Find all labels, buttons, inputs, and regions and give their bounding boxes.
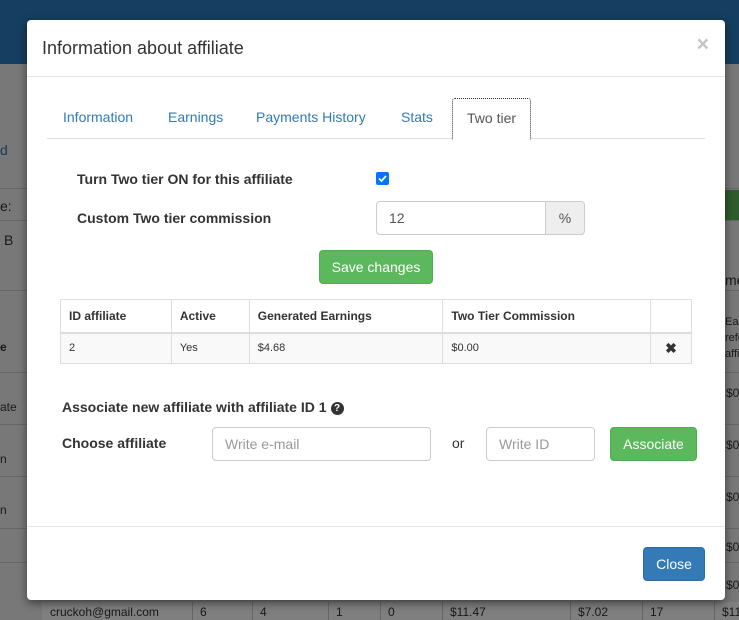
tab-information[interactable]: Information: [63, 98, 133, 139]
cell-earnings: $4.68: [248, 332, 444, 364]
tab-two-tier[interactable]: Two tier: [452, 98, 532, 140]
tab-stats[interactable]: Stats: [401, 98, 433, 139]
column-header: [650, 299, 692, 334]
column-header: Two Tier Commission: [442, 299, 651, 334]
modal-header: Information about affiliate ×: [27, 20, 725, 77]
choose-affiliate-label: Choose affiliate: [62, 435, 167, 451]
tab-payments-history[interactable]: Payments History: [256, 98, 366, 139]
associate-heading-text: Associate new affiliate with affiliate I…: [62, 399, 327, 415]
percent-addon: %: [545, 201, 585, 235]
cell-id: 2: [60, 332, 172, 364]
checkmark-icon: [378, 175, 387, 183]
modal-title: Information about affiliate: [42, 38, 244, 58]
close-icon[interactable]: ×: [697, 34, 709, 55]
associate-button[interactable]: Associate: [610, 427, 697, 461]
cell-commission: $0.00: [442, 332, 651, 364]
commission-input[interactable]: [376, 201, 546, 235]
email-input[interactable]: [212, 427, 431, 461]
column-header: ID affiliate: [60, 299, 172, 334]
tab-earnings[interactable]: Earnings: [168, 98, 223, 139]
commission-label: Custom Two tier commission: [77, 210, 272, 226]
help-icon[interactable]: ?: [330, 402, 344, 415]
table-row: 2 Yes $4.68 $0.00 ✖: [60, 332, 692, 364]
associate-heading: Associate new affiliate with affiliate I…: [62, 399, 344, 415]
affiliate-info-modal: Information about affiliate × Informatio…: [27, 20, 725, 600]
or-label: or: [452, 435, 465, 451]
affiliates-table: ID affiliate Active Generated Earnings T…: [60, 299, 692, 364]
save-changes-button[interactable]: Save changes: [319, 250, 433, 284]
column-header: Generated Earnings: [248, 299, 444, 334]
close-button[interactable]: Close: [643, 547, 705, 581]
commission-input-group: %: [376, 201, 585, 235]
column-header: Active: [170, 299, 250, 334]
tab-bar: Information Earnings Payments History St…: [47, 98, 705, 140]
id-input[interactable]: [486, 427, 595, 461]
two-tier-checkbox[interactable]: [376, 172, 389, 185]
two-tier-toggle-label: Turn Two tier ON for this affiliate: [77, 171, 293, 187]
remove-icon[interactable]: ✖: [650, 332, 692, 364]
cell-active: Yes: [170, 332, 250, 364]
modal-footer: Close: [27, 526, 725, 600]
